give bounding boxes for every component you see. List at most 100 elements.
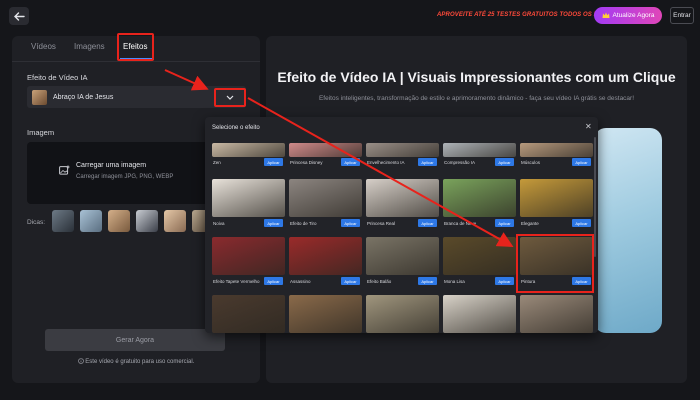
effect-card[interactable] <box>366 295 439 333</box>
effect-name: Efeito de Tiro <box>290 221 317 226</box>
image-section-label: Imagem <box>27 128 55 137</box>
apply-button[interactable]: Aplicar <box>341 158 360 166</box>
chevron-down-icon <box>226 95 234 100</box>
effect-picker-modal: Selecione o efeito ✕ Zen Aplicar Princesa … <box>205 117 598 333</box>
apply-button[interactable]: Aplicar <box>495 219 514 227</box>
effect-card[interactable] <box>212 295 285 333</box>
promo-text: APROVEITE ATÉ 25 TESTES GRATUITOS TODOS … <box>437 12 611 18</box>
effect-thumbnail[interactable] <box>366 237 439 275</box>
upgrade-label: Atualize Agora <box>612 12 655 19</box>
apply-button[interactable]: Aplicar <box>418 277 437 285</box>
effect-card[interactable]: Zen Aplicar <box>212 143 285 166</box>
effect-card[interactable]: Mona Lisa Aplicar <box>443 237 516 292</box>
tab-effects-highlight-box <box>117 33 154 61</box>
commercial-use-text: Este vídeo é gratuito para uso comercial… <box>85 359 195 365</box>
effect-card[interactable]: Músculos Aplicar <box>520 143 593 166</box>
login-button[interactable]: Entrar <box>670 7 694 24</box>
effect-card[interactable]: Efeito de Tiro Aplicar <box>289 179 362 234</box>
effect-thumbnail[interactable] <box>366 143 439 157</box>
effect-thumbnail[interactable] <box>366 295 439 333</box>
effect-name: Músculos <box>521 160 541 165</box>
effect-thumbnail[interactable] <box>289 295 362 333</box>
effect-thumbnail[interactable] <box>443 143 516 157</box>
effect-select-value: Abraço IA de Jesus <box>53 93 114 101</box>
effect-card[interactable]: Elegante Aplicar <box>520 179 593 234</box>
effect-card[interactable]: Envelhecimento IA Aplicar <box>366 143 439 166</box>
effect-thumbnail[interactable] <box>443 237 516 275</box>
generate-button[interactable]: Gerar Agora <box>45 329 225 351</box>
tab-videos[interactable]: Vídeos <box>31 42 56 51</box>
apply-button[interactable]: Aplicar <box>341 277 360 285</box>
effect-name: Noiva <box>213 221 225 226</box>
tip-thumbnail[interactable] <box>52 210 74 232</box>
upload-title: Carregar uma imagem <box>76 162 147 169</box>
upgrade-button[interactable]: Atualize Agora <box>594 7 662 24</box>
effect-card[interactable] <box>443 295 516 333</box>
apply-button[interactable]: Aplicar <box>264 219 283 227</box>
arrow-left-icon <box>13 11 25 21</box>
tab-bar: Vídeos Imagens Efeitos <box>12 33 260 62</box>
effect-card[interactable] <box>289 295 362 333</box>
effect-thumbnail <box>32 89 47 105</box>
effect-card[interactable]: Noiva Aplicar <box>212 179 285 234</box>
effect-thumbnail[interactable] <box>289 143 362 157</box>
effect-name: Efeito Balão <box>367 279 392 284</box>
effect-name: Branca de Neve <box>444 221 477 226</box>
image-upload-icon <box>59 165 70 175</box>
upload-formats: Carregar imagem JPG, PNG, WEBP <box>76 174 174 180</box>
crown-icon <box>602 12 610 18</box>
effect-thumbnail[interactable] <box>212 143 285 157</box>
tip-thumbnail[interactable] <box>136 210 158 232</box>
effect-name: Princesa Disney <box>290 160 323 165</box>
apply-button[interactable]: Aplicar <box>264 158 283 166</box>
hero-preview-image <box>594 128 662 333</box>
effect-card[interactable]: Efeito Balão Aplicar <box>366 237 439 292</box>
apply-button[interactable]: Aplicar <box>495 158 514 166</box>
tip-thumbnail[interactable] <box>164 210 186 232</box>
tip-thumbnail[interactable] <box>80 210 102 232</box>
info-icon <box>77 358 84 364</box>
effect-card[interactable]: Efeito Tapete Vermelho Aplicar <box>212 237 285 292</box>
modal-scrollbar[interactable] <box>594 137 596 257</box>
tips-label: Dicas: <box>27 219 46 226</box>
tab-images[interactable]: Imagens <box>74 42 105 51</box>
effect-card[interactable]: Branca de Neve Aplicar <box>443 179 516 234</box>
effect-name: Zen <box>213 160 221 165</box>
back-button[interactable] <box>9 7 29 25</box>
effect-name: Mona Lisa <box>444 279 465 284</box>
effect-thumbnail[interactable] <box>520 295 593 333</box>
apply-button[interactable]: Aplicar <box>418 158 437 166</box>
effect-section-label: Efeito de Vídeo IA <box>27 73 88 82</box>
effect-thumbnail[interactable] <box>212 237 285 275</box>
effect-thumbnail[interactable] <box>443 179 516 217</box>
tip-thumbnail[interactable] <box>108 210 130 232</box>
effect-thumbnail[interactable] <box>289 237 362 275</box>
effect-card[interactable]: Princesa Disney Aplicar <box>289 143 362 166</box>
effect-thumbnail[interactable] <box>212 179 285 217</box>
apply-button[interactable]: Aplicar <box>572 219 591 227</box>
commercial-use-note: Este vídeo é gratuito para uso comercial… <box>12 358 260 365</box>
effect-thumbnail[interactable] <box>289 179 362 217</box>
effect-name: Efeito Tapete Vermelho <box>213 279 260 284</box>
selected-effect-highlight <box>516 234 594 293</box>
effect-thumbnail[interactable] <box>212 295 285 333</box>
effect-thumbnail[interactable] <box>520 179 593 217</box>
top-bar: APROVEITE ATÉ 25 TESTES GRATUITOS TODOS … <box>0 0 700 32</box>
effect-thumbnail[interactable] <box>520 143 593 157</box>
effect-card[interactable] <box>520 295 593 333</box>
effect-name: Princesa Real <box>367 221 396 226</box>
apply-button[interactable]: Aplicar <box>495 277 514 285</box>
apply-button[interactable]: Aplicar <box>418 219 437 227</box>
effect-thumbnail[interactable] <box>366 179 439 217</box>
effect-dropdown-toggle[interactable] <box>214 88 246 107</box>
apply-button[interactable]: Aplicar <box>264 277 283 285</box>
effect-card[interactable]: Assassino Aplicar <box>289 237 362 292</box>
effect-thumbnail[interactable] <box>443 295 516 333</box>
effect-card[interactable]: Princesa Real Aplicar <box>366 179 439 234</box>
hero-subtitle: Efeitos inteligentes, transformação de e… <box>318 95 635 102</box>
effect-card[interactable]: Compressão IA Aplicar <box>443 143 516 166</box>
effect-name: Compressão IA <box>444 160 476 165</box>
effect-grid: Zen Aplicar Princesa Disney Aplicar Envelhec… <box>212 117 593 333</box>
apply-button[interactable]: Aplicar <box>572 158 591 166</box>
apply-button[interactable]: Aplicar <box>341 219 360 227</box>
